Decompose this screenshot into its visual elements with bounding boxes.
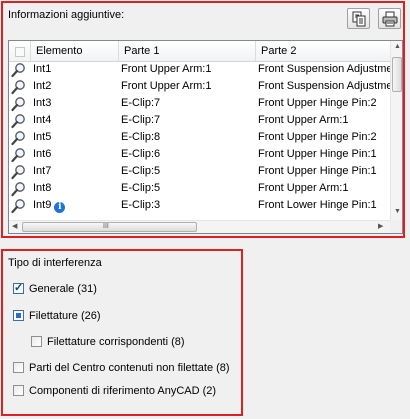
scroll-up-icon[interactable]: ▲: [394, 43, 401, 50]
part1-cell: E-Clip:8: [121, 131, 161, 143]
column-header-part2[interactable]: Parte 2: [256, 41, 390, 61]
scroll-right-icon[interactable]: ▶: [378, 222, 383, 230]
part2-cell: Front Upper Arm:1: [258, 114, 349, 126]
magnifier-icon[interactable]: [11, 95, 31, 112]
element-cell: Int7: [33, 163, 118, 180]
scroll-corner: [390, 220, 402, 233]
element-cell: Int8: [33, 180, 118, 197]
magnifier-icon[interactable]: [11, 197, 31, 214]
scroll-grip: III: [103, 223, 109, 230]
column-header-part1[interactable]: Parte 1: [119, 41, 256, 61]
print-button[interactable]: [378, 8, 401, 29]
element-name: Int8: [33, 182, 52, 194]
magnifier-icon[interactable]: [11, 112, 31, 129]
vertical-scrollbar[interactable]: ▲ ▼: [390, 41, 402, 220]
option-label: Parti del Centro contenuti non filettate…: [29, 362, 230, 374]
element-cell: Int2: [33, 78, 118, 95]
element-name: Int5: [33, 131, 52, 143]
checkbox[interactable]: [13, 281, 24, 295]
part2-cell: Front Suspension Adjustment: [258, 80, 390, 92]
magnifier-icon[interactable]: [11, 129, 31, 146]
magnifier-icon[interactable]: [11, 146, 31, 163]
part2-cell: Front Upper Hinge Pin:1: [258, 148, 377, 160]
checkbox[interactable]: [13, 385, 24, 396]
part1-cell: E-Clip:5: [121, 182, 161, 194]
part1-cell: E-Clip:3: [121, 199, 161, 211]
table-header: Elemento Parte 1 Parte 2: [9, 41, 390, 62]
additional-info-title: Informazioni aggiuntive:: [8, 9, 125, 21]
element-cell: Int4: [33, 112, 118, 129]
horizontal-scroll-thumb[interactable]: III: [22, 222, 197, 232]
magnifier-icon[interactable]: [11, 180, 31, 197]
interference-table[interactable]: Elemento Parte 1 Parte 2 Int1 Front Upper…: [8, 40, 403, 234]
checkbox[interactable]: [13, 362, 24, 373]
checkbox[interactable]: [31, 336, 42, 347]
part2-cell: Front Upper Hinge Pin:2: [258, 97, 377, 109]
table-row[interactable]: Int3 E-Clip:7 Front Upper Hinge Pin:2: [9, 95, 390, 112]
element-name: Int7: [33, 165, 52, 177]
print-icon: [382, 11, 398, 27]
element-cell: Int6: [33, 146, 118, 163]
table-row[interactable]: Int2 Front Upper Arm:1 Front Suspension Ad…: [9, 78, 390, 95]
table-row[interactable]: Int6 E-Clip:6 Front Upper Hinge Pin:1: [9, 146, 390, 163]
option-label: Generale (31): [29, 283, 97, 295]
scroll-down-icon[interactable]: ▼: [394, 208, 401, 215]
checkbox[interactable]: [13, 310, 24, 321]
element-name: Int3: [33, 97, 52, 109]
table-row[interactable]: Int7 E-Clip:5 Front Upper Hinge Pin:1: [9, 163, 390, 180]
part2-cell: Front Suspension Adjustment: [258, 63, 390, 75]
magnifier-icon[interactable]: [11, 78, 31, 95]
element-name: Int4: [33, 114, 52, 126]
element-cell: Int5: [33, 129, 118, 146]
info-icon[interactable]: i: [54, 202, 66, 213]
element-name: Int9: [33, 199, 52, 211]
option-label: Componenti di riferimento AnyCAD (2): [29, 385, 217, 397]
additional-info-panel: Informazioni aggiuntive: Elemento Parte …: [1, 1, 405, 238]
copy-button[interactable]: [347, 8, 370, 29]
scroll-left-icon[interactable]: ◀: [12, 222, 17, 230]
table-row[interactable]: Int1 Front Upper Arm:1 Front Suspension Ad…: [9, 61, 390, 78]
part1-cell: E-Clip:5: [121, 165, 161, 177]
interference-type-panel: Tipo di interferenza Generale (31) Filett…: [1, 249, 243, 416]
vertical-scroll-thumb[interactable]: [392, 57, 402, 92]
interference-type-title: Tipo di interferenza: [8, 257, 102, 269]
magnifier-icon[interactable]: [11, 163, 31, 180]
table-row[interactable]: Int4 E-Clip:7 Front Upper Arm:1: [9, 112, 390, 129]
part1-cell: Front Upper Arm:1: [121, 63, 212, 75]
copy-icon: [352, 11, 366, 27]
element-cell: Int3: [33, 95, 118, 112]
option-label: Filettature (26): [29, 310, 101, 322]
part1-cell: E-Clip:7: [121, 97, 161, 109]
part2-cell: Front Upper Hinge Pin:2: [258, 131, 377, 143]
magnifier-icon[interactable]: [11, 61, 31, 78]
select-all-corner[interactable]: [9, 41, 31, 61]
element-name: Int1: [33, 63, 52, 75]
option-label: Filettature corrispondenti (8): [47, 336, 185, 348]
part1-cell: Front Upper Arm:1: [121, 80, 212, 92]
element-cell: Int9 i: [33, 197, 118, 214]
horizontal-scrollbar[interactable]: ◀ III ▶: [9, 220, 390, 233]
column-header-element[interactable]: Elemento: [31, 41, 119, 61]
part2-cell: Front Lower Hinge Pin:1: [258, 199, 377, 211]
part1-cell: E-Clip:7: [121, 114, 161, 126]
part1-cell: E-Clip:6: [121, 148, 161, 160]
element-cell: Int1: [33, 61, 118, 78]
part2-cell: Front Upper Arm:1: [258, 182, 349, 194]
table-body: Int1 Front Upper Arm:1 Front Suspension Ad…: [9, 61, 390, 214]
element-name: Int6: [33, 148, 52, 160]
part2-cell: Front Upper Hinge Pin:1: [258, 165, 377, 177]
table-row[interactable]: Int9 i E-Clip:3 Front Lower Hinge Pin:1: [9, 197, 390, 214]
table-row[interactable]: Int5 E-Clip:8 Front Upper Hinge Pin:2: [9, 129, 390, 146]
table-row[interactable]: Int8 E-Clip:5 Front Upper Arm:1: [9, 180, 390, 197]
element-name: Int2: [33, 80, 52, 92]
